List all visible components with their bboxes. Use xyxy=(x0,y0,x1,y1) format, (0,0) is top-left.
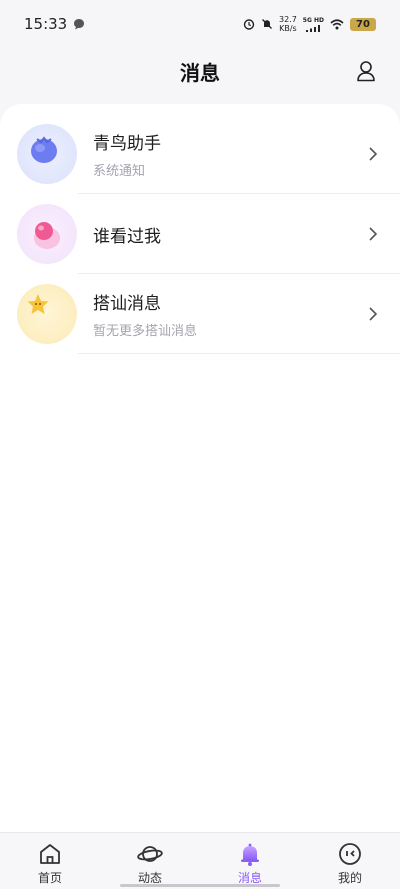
alarm-icon xyxy=(243,19,255,30)
item-texts: 搭讪消息 暂无更多搭讪消息 xyxy=(93,289,197,339)
chevron-right-icon xyxy=(369,227,378,241)
status-left: 15:33 xyxy=(24,15,85,33)
page-title: 消息 xyxy=(180,60,220,85)
wifi-icon xyxy=(330,18,344,29)
item-title: 谁看过我 xyxy=(93,226,161,247)
network-indicator: 5G HD xyxy=(303,17,324,32)
divider xyxy=(78,353,400,354)
net-speed-unit: KB/s xyxy=(279,24,297,33)
battery-level: 70 xyxy=(356,18,370,30)
item-subtitle: 系统通知 xyxy=(93,164,146,179)
status-bar: 15:33 32.7 KB/s 5G HD 70 xyxy=(0,0,400,48)
tab-messages[interactable]: 消息 xyxy=(200,833,300,889)
item-texts: 青鸟助手 系统通知 xyxy=(93,129,161,179)
list-item-greetings[interactable]: 搭讪消息 暂无更多搭讪消息 xyxy=(0,274,400,354)
star-icon xyxy=(17,284,77,344)
net-speed: 32.7 KB/s xyxy=(279,15,297,33)
chevron-right-icon xyxy=(369,147,378,161)
contacts-icon[interactable] xyxy=(356,60,376,82)
item-texts: 谁看过我 xyxy=(93,222,161,247)
item-subtitle: 暂无更多搭讪消息 xyxy=(93,324,198,339)
home-indicator xyxy=(120,884,280,887)
chevron-right-icon xyxy=(369,307,378,321)
tab-label: 我的 xyxy=(337,871,362,885)
tab-label: 首页 xyxy=(37,871,62,885)
header: 消息 xyxy=(0,48,400,94)
battery-indicator: 70 xyxy=(350,17,376,31)
home-icon xyxy=(40,844,60,864)
tab-bar: 首页 动态 消息 我的 xyxy=(0,832,400,889)
status-right: 32.7 KB/s 5G HD 70 xyxy=(243,15,376,33)
message-list: 青鸟助手 系统通知 谁看过我 搭讪消息 暂无更多搭讪消息 xyxy=(0,104,400,832)
item-title: 青鸟助手 xyxy=(93,134,161,154)
tab-profile[interactable]: 我的 xyxy=(300,833,400,889)
chat-bubble-icon xyxy=(74,19,85,30)
bluebird-icon xyxy=(17,124,77,184)
tab-feed[interactable]: 动态 xyxy=(100,833,200,889)
item-title: 搭讪消息 xyxy=(93,294,161,314)
planet-icon xyxy=(137,846,163,862)
signal-icon xyxy=(306,24,321,32)
tab-home[interactable]: 首页 xyxy=(0,833,100,889)
bell-muted-icon xyxy=(262,19,272,29)
list-item-visitors[interactable]: 谁看过我 xyxy=(0,194,400,274)
net-speed-value: 32.7 xyxy=(278,15,297,24)
pink-ghost-icon xyxy=(17,204,77,264)
list-item-bluebird[interactable]: 青鸟助手 系统通知 xyxy=(0,114,400,194)
face-icon xyxy=(339,843,361,865)
bell-icon xyxy=(241,843,259,866)
network-label: 5G HD xyxy=(302,16,324,24)
status-time: 15:33 xyxy=(24,15,68,33)
